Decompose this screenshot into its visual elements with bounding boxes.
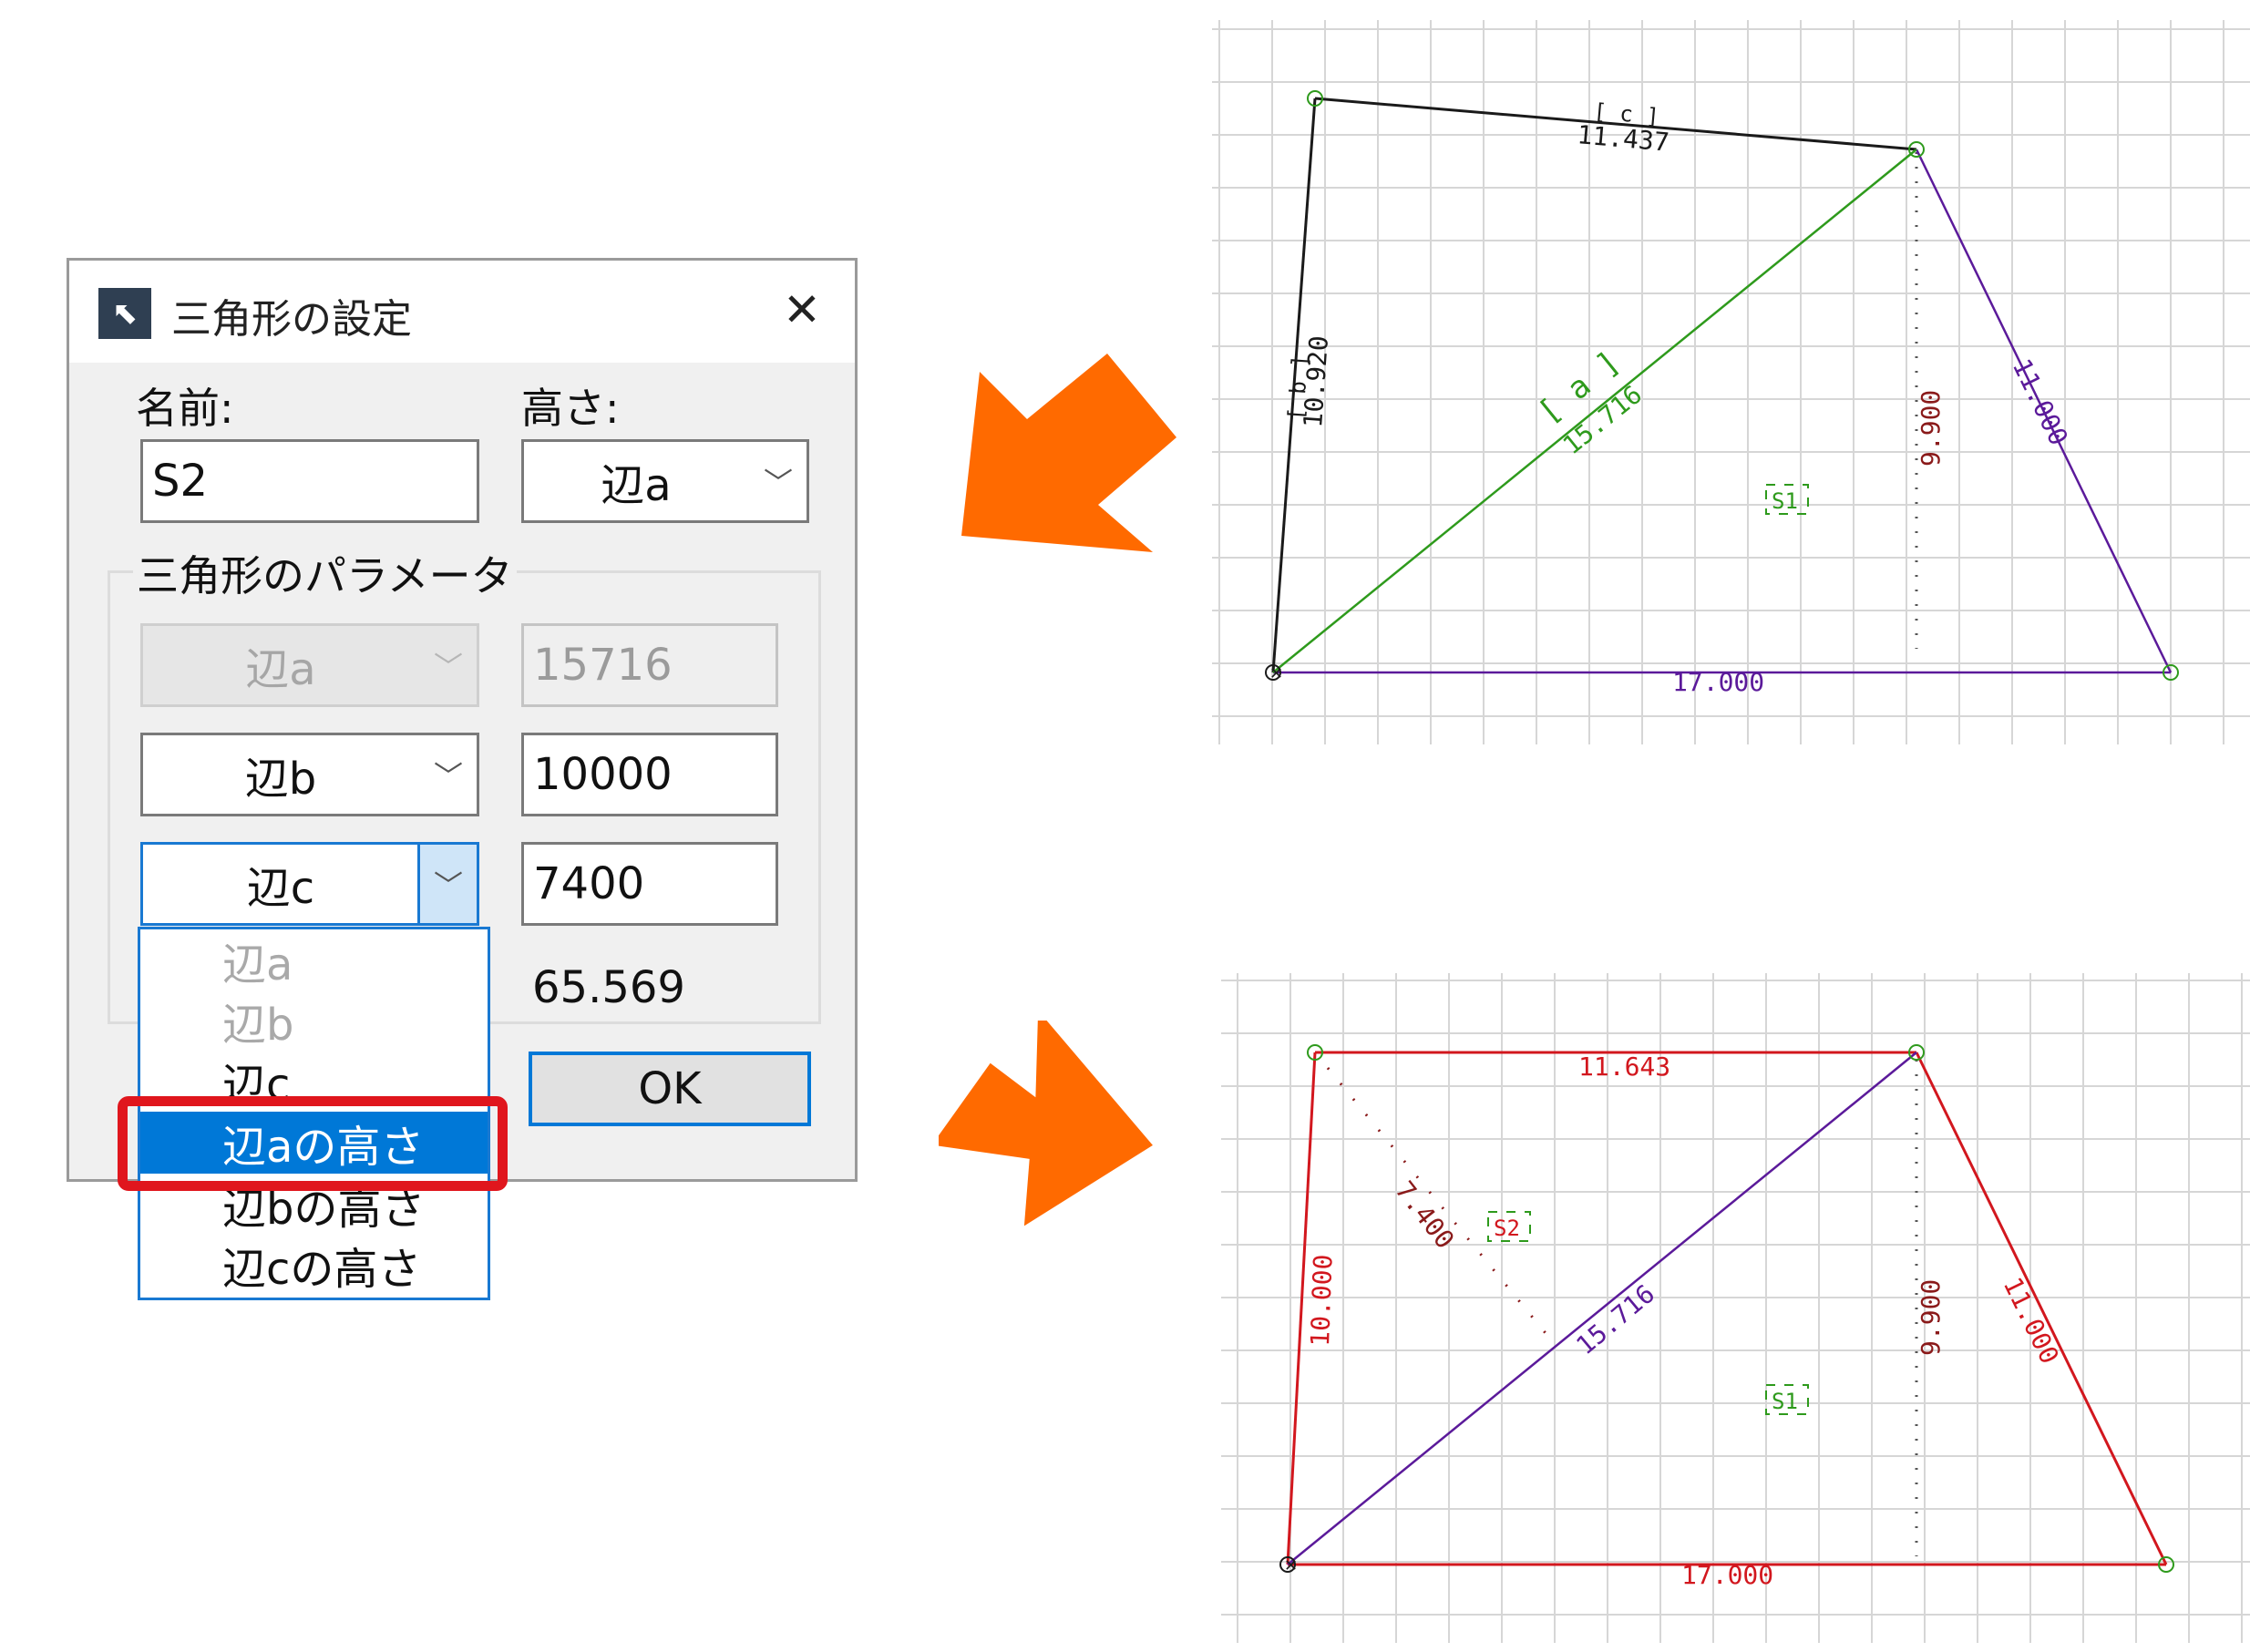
origin-cross: ✕ [1284, 1556, 1298, 1575]
diagonal-length: 15.716 [1570, 1278, 1660, 1360]
origin-cross: ✕ [1269, 664, 1283, 683]
side-select-3-value: 辺c [246, 863, 315, 914]
chevron-down-icon: ﹀ [433, 650, 463, 684]
name-input[interactable]: S2 [140, 439, 479, 523]
dropdown-option[interactable]: 辺cの高さ [140, 1234, 488, 1296]
right-side-length: 11.000 [1998, 1273, 2065, 1369]
side-value-3[interactable]: 7400 [521, 842, 778, 926]
arrow-to-result-icon [939, 1021, 1153, 1226]
top-length: 11.643 [1578, 1052, 1670, 1082]
bottom-length: 17.000 [1681, 1560, 1773, 1590]
height-label: 高さ: [521, 384, 620, 433]
diagonal-line [1287, 1052, 1917, 1565]
grid [1221, 973, 2250, 1643]
close-button[interactable]: ✕ [773, 281, 831, 339]
side-b-length: 10.920 [1298, 334, 1334, 428]
dropdown-option: 辺a [222, 939, 293, 990]
old-triangle-tag: S1 [1772, 1389, 1798, 1414]
dropdown-option: 辺b [222, 1000, 294, 1051]
side-select-2-value: 辺b [244, 754, 317, 805]
highlight-frame [118, 1096, 508, 1191]
chevron-down-icon: ﹀ [433, 759, 463, 794]
side-select-1-value: 辺a [245, 644, 316, 695]
height-length: 9.900 [1916, 1279, 1946, 1356]
bottom-cad-view: ✕ 11.643 10.000 15.716 11.000 17.000 9.9… [1221, 973, 2250, 1643]
group-label: 三角形のパラメータ [133, 543, 517, 603]
top-cad-canvas: ✕ [ c ] 11.437 [ b ] 10.920 [ a ] 15.716… [1212, 20, 2250, 744]
name-label: 名前: [136, 384, 234, 433]
app-icon: ⬉ [98, 288, 151, 339]
arrow-shape-lower [939, 1021, 1153, 1226]
triangle-tag: S1 [1772, 488, 1798, 514]
arrow-shape-upper [961, 354, 1176, 552]
left-length: 10.000 [1305, 1254, 1339, 1347]
side-select-3[interactable]: 辺c ﹀ [140, 842, 479, 926]
height-select[interactable]: 辺a ﹀ [521, 439, 809, 523]
top-cad-view: ✕ [ c ] 11.437 [ b ] 10.920 [ a ] 15.716… [1212, 20, 2250, 744]
grid [1212, 20, 2250, 744]
chevron-down-icon[interactable]: ﹀ [417, 845, 477, 923]
dialog-title: 三角形の設定 [171, 296, 412, 343]
height-length: 9.900 [1916, 390, 1946, 467]
altitude-guide [1313, 1052, 1551, 1339]
title-bar: ⬉ 三角形の設定 ✕ [69, 261, 855, 363]
height-select-value: 辺a [601, 460, 672, 511]
chevron-down-icon: ﹀ [763, 466, 793, 500]
angle-value: 65.569 [532, 962, 685, 1013]
side-select-2[interactable]: 辺b ﹀ [140, 733, 479, 816]
arrow-to-dialog-icon [961, 354, 1176, 552]
bottom-cad-canvas: ✕ 11.643 10.000 15.716 11.000 17.000 9.9… [1221, 973, 2250, 1643]
bottom-length: 17.000 [1672, 667, 1764, 697]
side-value-2[interactable]: 10000 [521, 733, 778, 816]
side-value-1: 15716 [521, 623, 778, 707]
new-triangle-tag: S2 [1494, 1216, 1520, 1241]
side-select-1: 辺a ﹀ [140, 623, 479, 707]
right-side-length: 11.000 [2007, 354, 2074, 450]
ok-button[interactable]: OK [529, 1052, 811, 1126]
